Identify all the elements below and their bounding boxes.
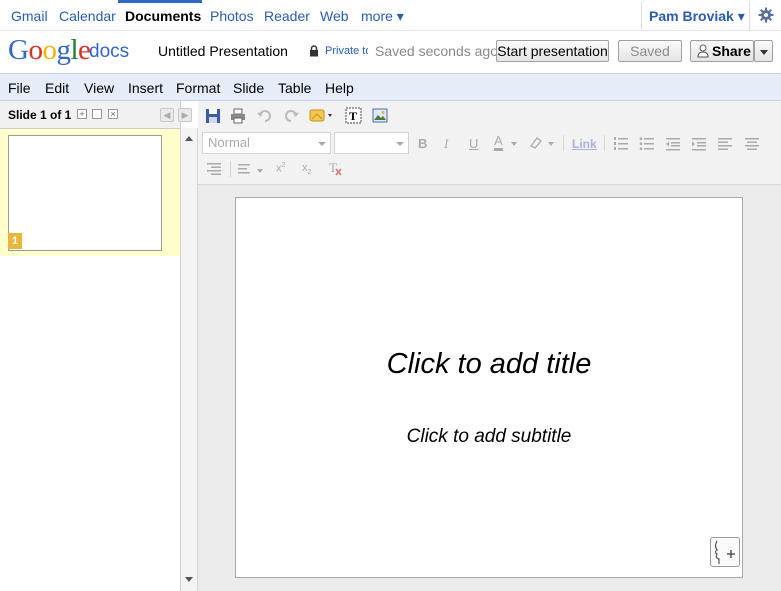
start-presentation-button[interactable]: Start presentation <box>496 40 609 62</box>
slide-canvas[interactable]: Click to add title Click to add subtitle <box>235 197 743 578</box>
speaker-notes-icon <box>714 540 735 564</box>
line-spacing-icon[interactable] <box>237 162 253 176</box>
text-box-icon[interactable]: T <box>345 107 362 124</box>
save-status: Saved seconds ago <box>375 43 498 59</box>
font-size-select[interactable] <box>334 132 409 154</box>
nav-more[interactable]: more ▾ <box>361 8 404 25</box>
delete-slide-icon[interactable]: × <box>108 109 118 119</box>
chevron-down-icon <box>396 142 404 146</box>
insert-link-button[interactable]: Link <box>572 137 597 151</box>
nav-calendar[interactable]: Calendar <box>59 8 116 24</box>
move-slide-up-icon[interactable]: ◀ <box>160 108 174 122</box>
slide-panel: Slide 1 of 1 + × ◀ ▶ 1 <box>0 101 192 591</box>
print-icon[interactable] <box>230 108 246 124</box>
undo-icon[interactable] <box>257 109 273 123</box>
nav-reader[interactable]: Reader <box>264 8 310 24</box>
scroll-up-arrow-icon[interactable] <box>185 136 193 141</box>
nav-photos[interactable]: Photos <box>210 8 254 24</box>
settings-button[interactable] <box>749 1 781 30</box>
subtitle-placeholder[interactable]: Click to add subtitle <box>236 426 742 448</box>
numbered-list-icon[interactable] <box>613 137 629 151</box>
menu-view[interactable]: View <box>84 80 114 96</box>
menu-slide[interactable]: Slide <box>233 80 264 96</box>
toolbar-separator <box>563 135 564 151</box>
clear-formatting-icon[interactable]: T <box>329 160 343 176</box>
toolbar-separator <box>604 135 605 151</box>
bold-button[interactable]: B <box>418 136 427 151</box>
svg-text:T: T <box>329 160 337 175</box>
increase-indent-icon[interactable] <box>691 137 707 151</box>
menu-table[interactable]: Table <box>278 80 311 96</box>
svg-text:T: T <box>349 109 357 123</box>
nav-divider <box>641 2 642 29</box>
privacy-status-link[interactable]: Private to only me <box>325 45 368 57</box>
chevron-down-icon <box>328 114 332 117</box>
slide-panel-scrollbar[interactable] <box>181 128 198 591</box>
chevron-down-icon <box>318 142 326 146</box>
global-nav: Gmail Calendar Documents Photos Reader W… <box>0 0 781 31</box>
align-right-icon[interactable] <box>206 162 222 176</box>
user-account-menu[interactable]: Pam Broviak ▾ <box>649 8 745 25</box>
insert-image-icon[interactable] <box>372 108 388 123</box>
chevron-down-icon <box>511 142 517 146</box>
underline-button[interactable]: U <box>469 136 478 151</box>
duplicate-slide-icon[interactable] <box>92 109 102 119</box>
menu-edit[interactable]: Edit <box>45 80 69 96</box>
chevron-down-icon <box>760 50 768 55</box>
new-slide-icon[interactable]: + <box>77 109 87 119</box>
share-button-label: Share <box>712 43 751 59</box>
share-button[interactable]: Share <box>690 40 754 62</box>
slide-thumbnail[interactable] <box>8 135 162 251</box>
align-center-icon[interactable] <box>744 137 760 151</box>
title-placeholder[interactable]: Click to add title <box>236 348 742 381</box>
paragraph-style-value: Normal <box>208 135 250 150</box>
highlight-color-icon[interactable] <box>528 136 544 149</box>
bulleted-list-icon[interactable] <box>639 137 655 151</box>
slide-thumbnail-selected[interactable]: 1 <box>0 129 180 256</box>
chevron-down-icon <box>548 142 554 146</box>
toolbar-separator <box>230 161 231 177</box>
menu-file[interactable]: File <box>8 80 31 96</box>
nav-documents[interactable]: Documents <box>125 8 201 24</box>
text-color-button[interactable]: A <box>494 134 503 151</box>
italic-button[interactable]: I <box>444 136 448 152</box>
menu-help[interactable]: Help <box>325 80 354 96</box>
menu-format[interactable]: Format <box>176 80 220 96</box>
insert-shape-icon[interactable] <box>309 108 337 124</box>
share-options-dropdown[interactable] <box>754 40 773 62</box>
decrease-indent-icon[interactable] <box>665 137 681 151</box>
paragraph-style-select[interactable]: Normal <box>202 132 331 154</box>
nav-bottom-border <box>0 30 781 31</box>
lock-icon <box>310 45 318 57</box>
google-logo[interactable]: Google <box>8 34 91 67</box>
speaker-notes-button[interactable] <box>710 537 740 567</box>
move-slide-down-icon[interactable]: ▶ <box>178 108 192 122</box>
nav-gmail[interactable]: Gmail <box>11 8 48 24</box>
align-left-icon[interactable] <box>717 137 733 151</box>
subscript-icon[interactable]: x2 <box>302 162 311 176</box>
menu-insert[interactable]: Insert <box>128 80 163 96</box>
slide-canvas-area: Click to add title Click to add subtitle <box>198 185 781 591</box>
slide-count: Slide 1 of 1 <box>8 108 72 122</box>
editor-toolbar: T Normal B I U A Link x2 x2 T <box>198 101 781 185</box>
slide-number-badge: 1 <box>8 233 22 249</box>
redo-icon[interactable] <box>283 109 299 123</box>
superscript-icon[interactable]: x2 <box>276 162 285 175</box>
slide-panel-header: Slide 1 of 1 + × ◀ ▶ <box>0 101 192 129</box>
nav-web[interactable]: Web <box>320 8 349 24</box>
saved-button[interactable]: Saved <box>618 40 682 62</box>
gear-icon <box>758 7 774 23</box>
person-icon <box>697 44 709 58</box>
active-tab-indicator <box>118 0 202 3</box>
document-title[interactable]: Untitled Presentation <box>158 43 288 59</box>
save-icon[interactable] <box>205 108 221 124</box>
chevron-down-icon <box>257 169 263 173</box>
menu-bar: File Edit View Insert Format Slide Table… <box>0 73 781 101</box>
scroll-down-arrow-icon[interactable] <box>185 577 193 582</box>
docs-logo-label: docs <box>89 41 130 62</box>
